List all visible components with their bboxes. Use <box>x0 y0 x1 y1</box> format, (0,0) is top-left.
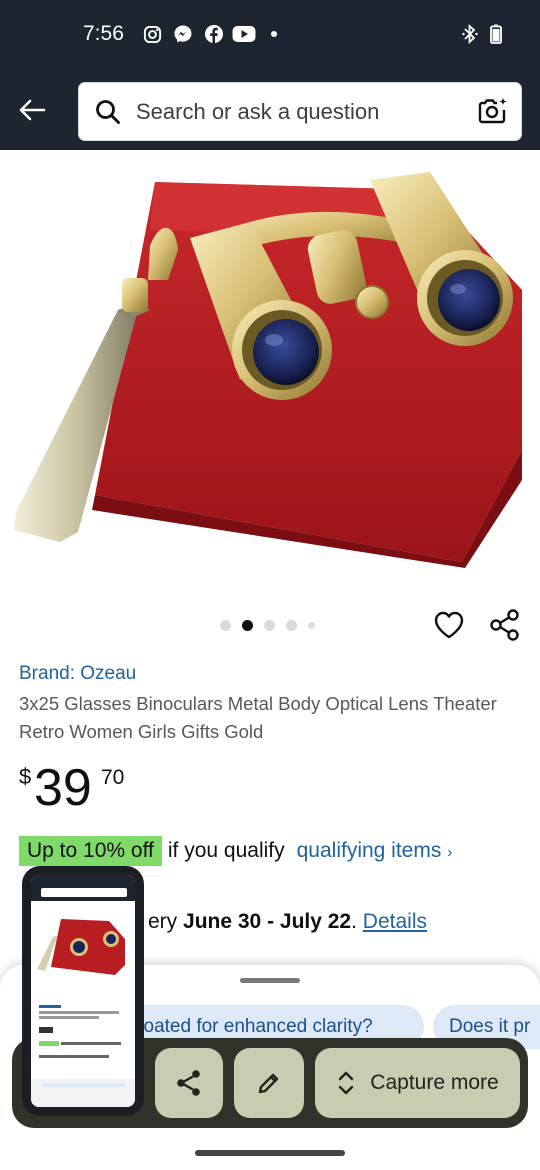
camera-search-icon[interactable] <box>477 96 509 133</box>
share-screenshot-button[interactable] <box>155 1048 223 1118</box>
thumbnail-preview-image <box>31 875 135 1107</box>
youtube-icon <box>232 24 256 44</box>
capture-more-button[interactable]: Capture more <box>315 1048 520 1118</box>
share-button[interactable] <box>488 608 522 642</box>
price-whole: 39 <box>34 759 92 817</box>
edit-screenshot-button[interactable] <box>234 1048 304 1118</box>
price-fraction: 70 <box>101 766 125 789</box>
price-currency: $ <box>19 764 32 789</box>
deal-badge: Up to 10% off <box>19 836 162 866</box>
delivery-details-link[interactable]: Details <box>363 910 427 933</box>
search-icon <box>95 99 121 130</box>
notification-dot <box>271 31 277 37</box>
search-input[interactable]: Search or ask a question <box>78 82 522 141</box>
back-button[interactable] <box>12 90 52 130</box>
share-icon <box>490 609 519 641</box>
messenger-icon <box>173 24 193 44</box>
carousel-dot[interactable] <box>264 620 275 631</box>
capture-more-label: Capture more <box>370 1071 499 1094</box>
chevron-right-icon: › <box>447 844 453 861</box>
sheet-drag-handle[interactable] <box>240 978 300 983</box>
bluetooth-icon <box>460 24 480 44</box>
instagram-icon <box>142 24 162 44</box>
home-gesture-bar[interactable] <box>195 1150 345 1156</box>
search-placeholder: Search or ask a question <box>136 99 380 124</box>
status-bar: 7:56 <box>0 0 540 70</box>
battery-icon <box>486 24 506 44</box>
pencil-icon <box>258 1073 279 1094</box>
qualifying-items-link[interactable]: qualifying items › <box>297 839 453 862</box>
carousel-dot[interactable] <box>286 620 297 631</box>
delivery-dates: June 30 - July 22 <box>183 910 352 933</box>
status-time: 7:56 <box>83 22 124 45</box>
expand-vertical-icon <box>339 1071 354 1095</box>
back-arrow-icon <box>19 99 46 121</box>
share-icon <box>177 1070 200 1096</box>
search-header: Search or ask a question <box>0 70 540 150</box>
carousel-dot-active[interactable] <box>242 620 253 631</box>
wishlist-button[interactable] <box>432 608 466 642</box>
deal-text: if you qualify <box>167 839 285 862</box>
delivery-prefix: ery <box>148 910 178 933</box>
heart-icon <box>434 611 464 639</box>
facebook-icon <box>204 24 224 44</box>
carousel-dot[interactable] <box>308 622 315 629</box>
deal-row: Up to 10% off if you qualify qualifying it… <box>19 836 452 868</box>
screenshot-thumbnail[interactable] <box>22 866 144 1116</box>
delivery-info: ery June 30 - July 22. Details <box>148 910 427 933</box>
product-title: 3x25 Glasses Binoculars Metal Body Optic… <box>19 693 497 742</box>
qualifying-items-label: qualifying items <box>296 839 442 862</box>
product-image[interactable] <box>0 150 540 600</box>
brand-link[interactable]: Brand: Ozeau <box>19 663 136 685</box>
image-carousel-indicator[interactable] <box>220 620 315 631</box>
carousel-dot[interactable] <box>220 620 231 631</box>
